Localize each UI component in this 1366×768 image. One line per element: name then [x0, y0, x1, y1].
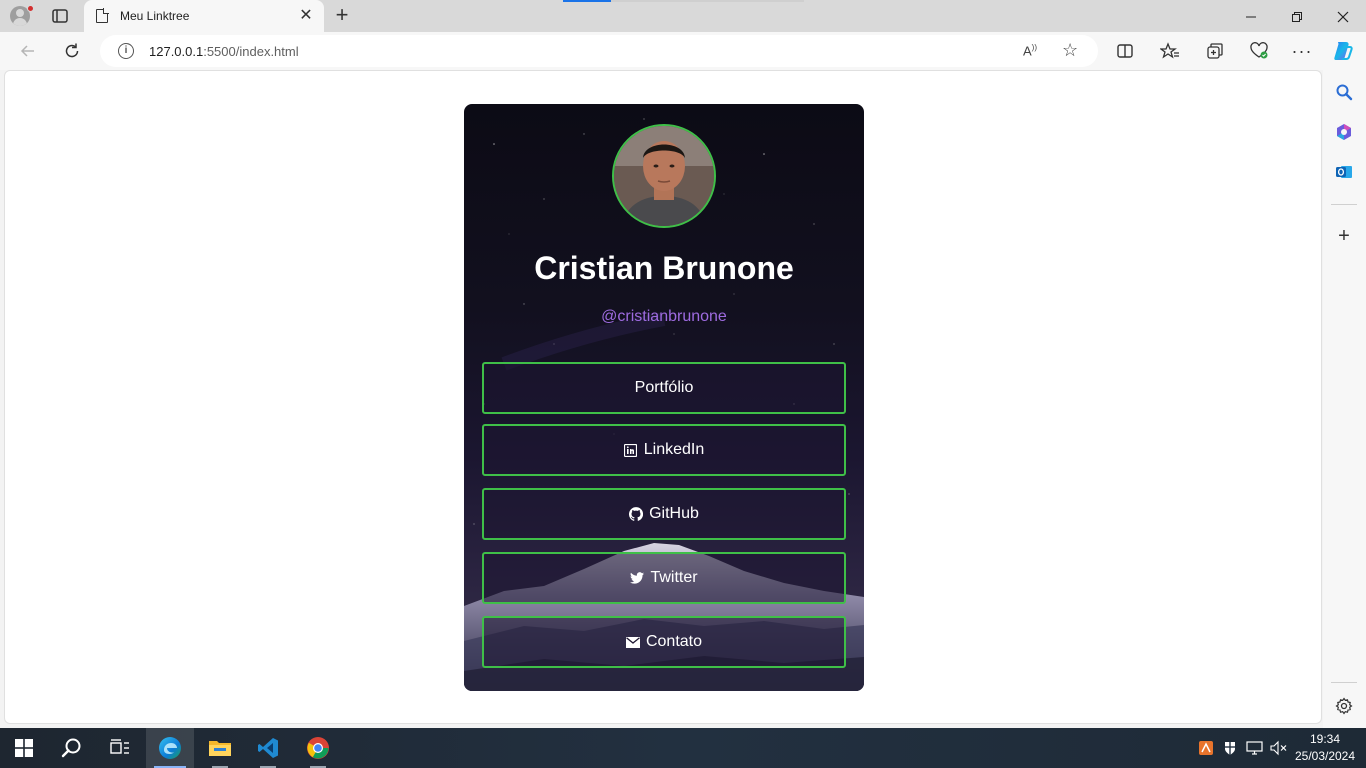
taskbar-search-button[interactable]: [48, 728, 96, 768]
more-options-button[interactable]: ···: [1290, 39, 1314, 63]
tab-title: Meu Linktree: [120, 9, 190, 23]
favorite-star-icon[interactable]: ☆: [1062, 40, 1078, 61]
loading-track: [611, 0, 804, 2]
restore-icon: [1292, 12, 1302, 23]
tray-security-button[interactable]: [1222, 728, 1238, 768]
link-twitter-button[interactable]: Twitter: [482, 552, 846, 604]
refresh-button[interactable]: [60, 39, 84, 63]
close-window-icon: [1337, 11, 1349, 23]
linktree-card: Cristian Brunone @cristianbrunone Portfó…: [464, 104, 864, 691]
loading-indicator: [563, 0, 611, 2]
person-photo-icon: [614, 126, 714, 226]
url-host: 127.0.0.1: [149, 44, 204, 59]
chrome-icon: [307, 737, 329, 759]
new-tab-button[interactable]: +: [330, 4, 354, 28]
clock-date: 25/03/2024: [1294, 749, 1356, 763]
tray-network-button[interactable]: [1246, 728, 1264, 768]
profile-handle[interactable]: @cristianbrunone: [464, 308, 864, 326]
taskbar-vscode-button[interactable]: [244, 728, 292, 768]
copilot-button[interactable]: [1331, 39, 1355, 63]
collections-button[interactable]: [1203, 39, 1227, 63]
linkedin-icon: [624, 443, 638, 457]
close-tab-icon[interactable]: ✕: [296, 6, 316, 26]
sidebar-settings-button[interactable]: [1334, 696, 1354, 716]
link-contact-button[interactable]: Contato: [482, 616, 846, 668]
tray-app-button[interactable]: [1199, 728, 1213, 768]
link-label: Contato: [645, 633, 703, 650]
back-button[interactable]: [16, 39, 40, 63]
system-clock[interactable]: 19:34 25/03/2024: [1294, 731, 1356, 765]
url-text[interactable]: 127.0.0.1:5500/index.html: [149, 44, 299, 59]
sidebar-office-button[interactable]: [1334, 122, 1354, 142]
windows-logo-icon: [15, 739, 33, 757]
close-window-button[interactable]: [1320, 0, 1366, 32]
profile-button[interactable]: [10, 5, 34, 28]
sidebar-add-button[interactable]: +: [1334, 225, 1354, 247]
volume-muted-icon: [1270, 740, 1287, 756]
clock-time: 19:34: [1309, 732, 1341, 746]
tray-app-icon: [1199, 741, 1213, 755]
browser-essentials-icon: [1250, 42, 1268, 59]
notification-dot: [27, 5, 34, 12]
profile-name: Cristian Brunone: [534, 250, 794, 286]
site-info-icon[interactable]: i: [118, 43, 134, 59]
split-screen-button[interactable]: [1113, 39, 1137, 63]
browser-essentials-button[interactable]: [1247, 39, 1271, 63]
link-label: LinkedIn: [643, 441, 705, 458]
link-github-button[interactable]: GitHub: [482, 488, 846, 540]
link-label: Twitter: [650, 569, 698, 586]
refresh-icon: [65, 43, 79, 58]
search-icon: [61, 738, 81, 758]
microsoft365-icon: [1337, 124, 1351, 140]
split-screen-icon: [1117, 44, 1133, 58]
taskbar-explorer-button[interactable]: [196, 728, 244, 768]
taskbar-chrome-button[interactable]: [294, 728, 342, 768]
minimize-button[interactable]: [1228, 0, 1274, 32]
back-arrow-icon: [20, 45, 34, 57]
sidebar-search-button[interactable]: [1334, 82, 1354, 102]
edge-sidebar: +: [1323, 70, 1366, 728]
edge-icon: [159, 737, 181, 759]
tray-volume-button[interactable]: [1270, 728, 1288, 768]
task-view-icon: [110, 739, 129, 754]
restore-button[interactable]: [1274, 0, 1320, 32]
taskbar-edge-button[interactable]: [146, 728, 194, 768]
start-button[interactable]: [0, 728, 48, 768]
search-icon: [1336, 84, 1353, 101]
collections-icon: [1207, 43, 1223, 59]
tab-strip: Meu Linktree ✕ +: [0, 0, 1366, 32]
url-path: :5500/index.html: [203, 44, 299, 59]
tab-meu-linktree[interactable]: Meu Linktree ✕: [84, 0, 324, 32]
browser-toolbar: i 127.0.0.1:5500/index.html A)) ☆ ···: [0, 32, 1366, 70]
twitter-icon: [630, 571, 645, 585]
minimize-icon: [1246, 16, 1256, 18]
link-portfolio-button[interactable]: Portfólio: [482, 362, 846, 414]
copilot-icon: [1334, 42, 1353, 60]
gear-icon: [1335, 697, 1353, 715]
security-icon: [1225, 742, 1235, 755]
tab-actions-button[interactable]: [50, 6, 70, 26]
link-label: GitHub: [649, 505, 699, 522]
windows-taskbar: 19:34 25/03/2024: [0, 728, 1366, 768]
sidebar-divider: [1331, 682, 1357, 683]
favorites-icon: [1160, 42, 1179, 59]
tab-actions-icon: [52, 9, 68, 23]
folder-icon: [209, 741, 231, 756]
read-aloud-icon[interactable]: A)): [1023, 43, 1037, 58]
mail-icon: [625, 635, 640, 649]
address-bar[interactable]: i 127.0.0.1:5500/index.html A)) ☆: [100, 35, 1098, 67]
vscode-icon: [258, 738, 278, 758]
sidebar-outlook-button[interactable]: [1334, 162, 1354, 182]
sidebar-divider: [1331, 204, 1357, 205]
link-linkedin-button[interactable]: LinkedIn: [482, 424, 846, 476]
profile-photo: [612, 124, 716, 228]
github-icon: [629, 507, 644, 521]
favorites-button[interactable]: [1158, 39, 1182, 63]
network-icon: [1246, 741, 1263, 755]
outlook-icon: [1336, 166, 1352, 178]
task-view-button[interactable]: [96, 728, 144, 768]
link-label: Portfólio: [634, 379, 694, 396]
page-icon: [96, 8, 109, 23]
page-viewport: Cristian Brunone @cristianbrunone Portfó…: [4, 70, 1322, 724]
